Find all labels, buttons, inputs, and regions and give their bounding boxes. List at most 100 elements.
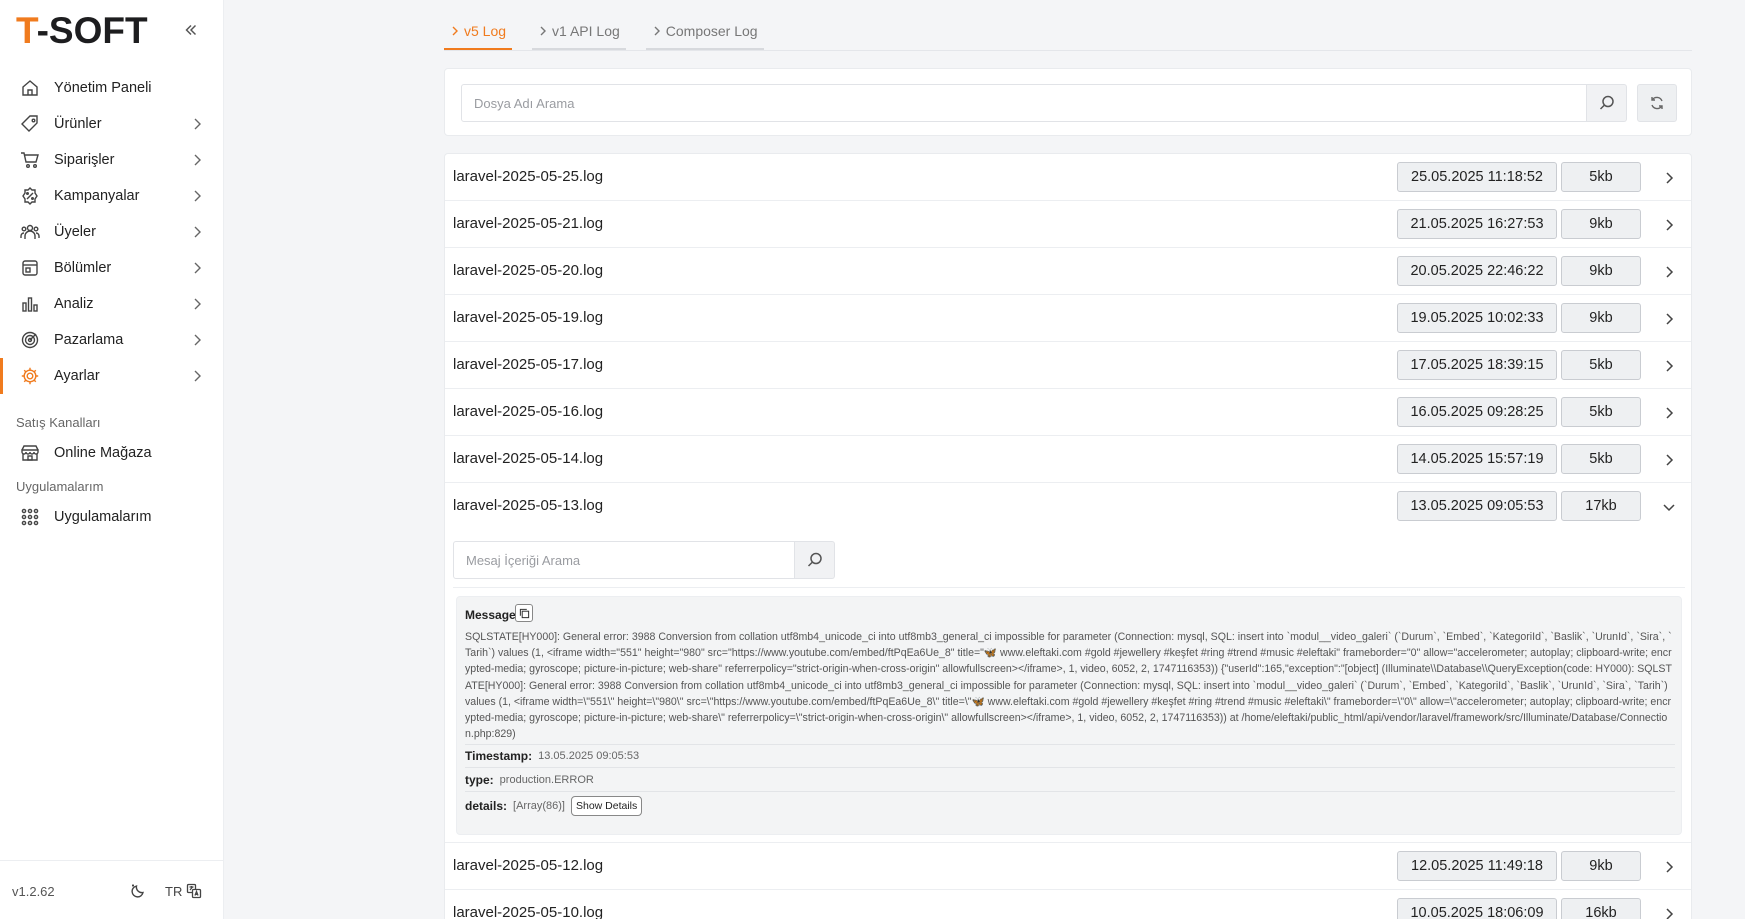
type-value: production.ERROR xyxy=(499,774,594,786)
copy-message-button[interactable] xyxy=(515,604,533,622)
log-entry-panel: Message SQLSTATE[HY000]: General error: … xyxy=(445,530,1691,843)
log-date-badge: 19.05.2025 10:02:33 xyxy=(1397,303,1557,333)
language-code[interactable]: TR xyxy=(165,884,182,899)
main-nav: Yönetim Paneli Ürünler Siparişler Kampan… xyxy=(0,70,224,394)
file-name-search-input[interactable] xyxy=(461,84,1587,122)
log-row-expanded[interactable]: laravel-2025-05-13.log 13.05.2025 09:05:… xyxy=(445,483,1691,530)
log-row[interactable]: laravel-2025-05-14.log 14.05.2025 15:57:… xyxy=(445,436,1691,483)
chevron-right-icon[interactable] xyxy=(1661,217,1677,233)
file-search-button[interactable] xyxy=(1587,84,1627,122)
message-search-button[interactable] xyxy=(795,541,835,579)
type-field: type: production.ERROR xyxy=(465,773,594,787)
store-icon xyxy=(21,445,39,461)
sidebar-item-apps[interactable]: Uygulamalarım xyxy=(0,499,224,535)
brand-logo[interactable]: T-SOFT xyxy=(16,10,148,52)
gear-icon xyxy=(21,367,39,385)
details-label: details: xyxy=(465,799,508,813)
log-file-name: laravel-2025-05-10.log xyxy=(453,904,604,919)
tab-v1-api-log[interactable]: v1 API Log xyxy=(532,14,626,50)
sidebar-footer: v1.2.62 TR xyxy=(0,860,224,919)
refresh-button[interactable] xyxy=(1637,84,1677,122)
log-size-badge: 5kb xyxy=(1561,350,1641,380)
sidebar-item-label: Uygulamalarım xyxy=(54,509,152,525)
sidebar-item-products[interactable]: Ürünler xyxy=(0,106,224,142)
divider xyxy=(465,744,1675,745)
sidebar-item-sections[interactable]: Bölümler xyxy=(0,250,224,286)
sidebar-item-members[interactable]: Üyeler xyxy=(0,214,224,250)
log-entry-detail: Message SQLSTATE[HY000]: General error: … xyxy=(456,596,1682,835)
sidebar: T-SOFT Yönetim Paneli Ürünler Siparişler… xyxy=(0,0,224,919)
message-search-input[interactable] xyxy=(453,541,795,579)
target-icon xyxy=(21,331,39,349)
log-size-badge: 5kb xyxy=(1561,162,1641,192)
sidebar-item-label: Pazarlama xyxy=(54,332,124,348)
sidebar-item-label: Analiz xyxy=(54,296,94,312)
log-size-badge: 5kb xyxy=(1561,444,1641,474)
sidebar-item-online-store[interactable]: Online Mağaza xyxy=(0,435,224,471)
chevron-down-icon[interactable] xyxy=(1661,499,1677,515)
sidebar-item-label: Ayarlar xyxy=(54,368,100,384)
log-size-badge: 5kb xyxy=(1561,397,1641,427)
log-file-name: laravel-2025-05-17.log xyxy=(453,356,604,373)
tab-composer-log[interactable]: Composer Log xyxy=(645,14,764,50)
chart-icon xyxy=(22,297,38,312)
message-text: SQLSTATE[HY000]: General error: 3988 Con… xyxy=(465,631,1672,741)
apps-heading: Uygulamalarım xyxy=(16,479,104,494)
log-row[interactable]: laravel-2025-05-20.log 20.05.2025 22:46:… xyxy=(445,248,1691,295)
search-icon xyxy=(807,552,822,567)
chevron-right-icon xyxy=(194,334,201,346)
sales-channels-heading: Satış Kanalları xyxy=(16,415,101,430)
log-file-name: laravel-2025-05-13.log xyxy=(453,497,604,514)
chevron-right-icon[interactable] xyxy=(1661,405,1677,421)
chevron-right-icon xyxy=(194,154,201,166)
sections-icon xyxy=(22,260,38,276)
chevron-right-icon[interactable] xyxy=(1661,906,1677,919)
search-icon xyxy=(1599,95,1614,110)
tab-v5-log[interactable]: v5 Log xyxy=(444,14,513,50)
divider xyxy=(465,791,1675,792)
translate-icon[interactable] xyxy=(186,883,202,899)
show-details-button[interactable]: Show Details xyxy=(570,796,643,816)
type-label: type: xyxy=(465,773,494,787)
chevron-right-icon[interactable] xyxy=(1661,452,1677,468)
chevron-right-icon[interactable] xyxy=(1661,859,1677,875)
sidebar-item-label: Yönetim Paneli xyxy=(54,80,152,96)
log-row[interactable]: laravel-2025-05-25.log 25.05.2025 11:18:… xyxy=(445,154,1691,201)
log-row[interactable]: laravel-2025-05-21.log 21.05.2025 16:27:… xyxy=(445,201,1691,248)
discount-icon xyxy=(22,187,38,205)
chevron-right-icon xyxy=(194,226,201,238)
sidebar-item-label: Bölümler xyxy=(54,260,112,276)
log-size-badge: 9kb xyxy=(1561,209,1641,239)
collapse-sidebar-icon[interactable] xyxy=(182,20,200,40)
tag-icon xyxy=(21,115,38,132)
log-row[interactable]: laravel-2025-05-10.log 10.05.2025 18:06:… xyxy=(445,890,1691,919)
sidebar-item-analytics[interactable]: Analiz xyxy=(0,286,224,322)
dark-mode-icon[interactable] xyxy=(130,883,146,899)
chevron-right-icon[interactable] xyxy=(1661,264,1677,280)
chevron-right-icon xyxy=(654,26,660,36)
chevron-right-icon[interactable] xyxy=(1661,170,1677,186)
sidebar-item-settings[interactable]: Ayarlar xyxy=(0,358,224,394)
app-version: v1.2.62 xyxy=(12,884,55,899)
details-value: [Array(86)] xyxy=(513,800,565,812)
sidebar-item-marketing[interactable]: Pazarlama xyxy=(0,322,224,358)
sidebar-item-label: Online Mağaza xyxy=(54,445,152,461)
chevron-right-icon[interactable] xyxy=(1661,311,1677,327)
main-content: v5 Log v1 API Log Composer Log laravel-2… xyxy=(444,0,1692,919)
log-row[interactable]: laravel-2025-05-17.log 17.05.2025 18:39:… xyxy=(445,342,1691,389)
log-file-name: laravel-2025-05-19.log xyxy=(453,309,604,326)
log-date-badge: 14.05.2025 15:57:19 xyxy=(1397,444,1557,474)
cart-icon xyxy=(21,152,39,168)
log-row[interactable]: laravel-2025-05-12.log 12.05.2025 11:49:… xyxy=(445,843,1691,890)
log-row[interactable]: laravel-2025-05-16.log 16.05.2025 09:28:… xyxy=(445,389,1691,436)
refresh-icon xyxy=(1651,96,1663,110)
chevron-right-icon xyxy=(540,26,547,36)
log-row[interactable]: laravel-2025-05-19.log 19.05.2025 10:02:… xyxy=(445,295,1691,342)
tab-label: Composer Log xyxy=(665,23,758,39)
chevron-right-icon xyxy=(194,190,201,202)
sidebar-item-orders[interactable]: Siparişler xyxy=(0,142,224,178)
sidebar-item-campaigns[interactable]: Kampanyalar xyxy=(0,178,224,214)
sidebar-item-dashboard[interactable]: Yönetim Paneli xyxy=(0,70,224,106)
chevron-right-icon[interactable] xyxy=(1661,358,1677,374)
file-search-card xyxy=(444,68,1692,136)
